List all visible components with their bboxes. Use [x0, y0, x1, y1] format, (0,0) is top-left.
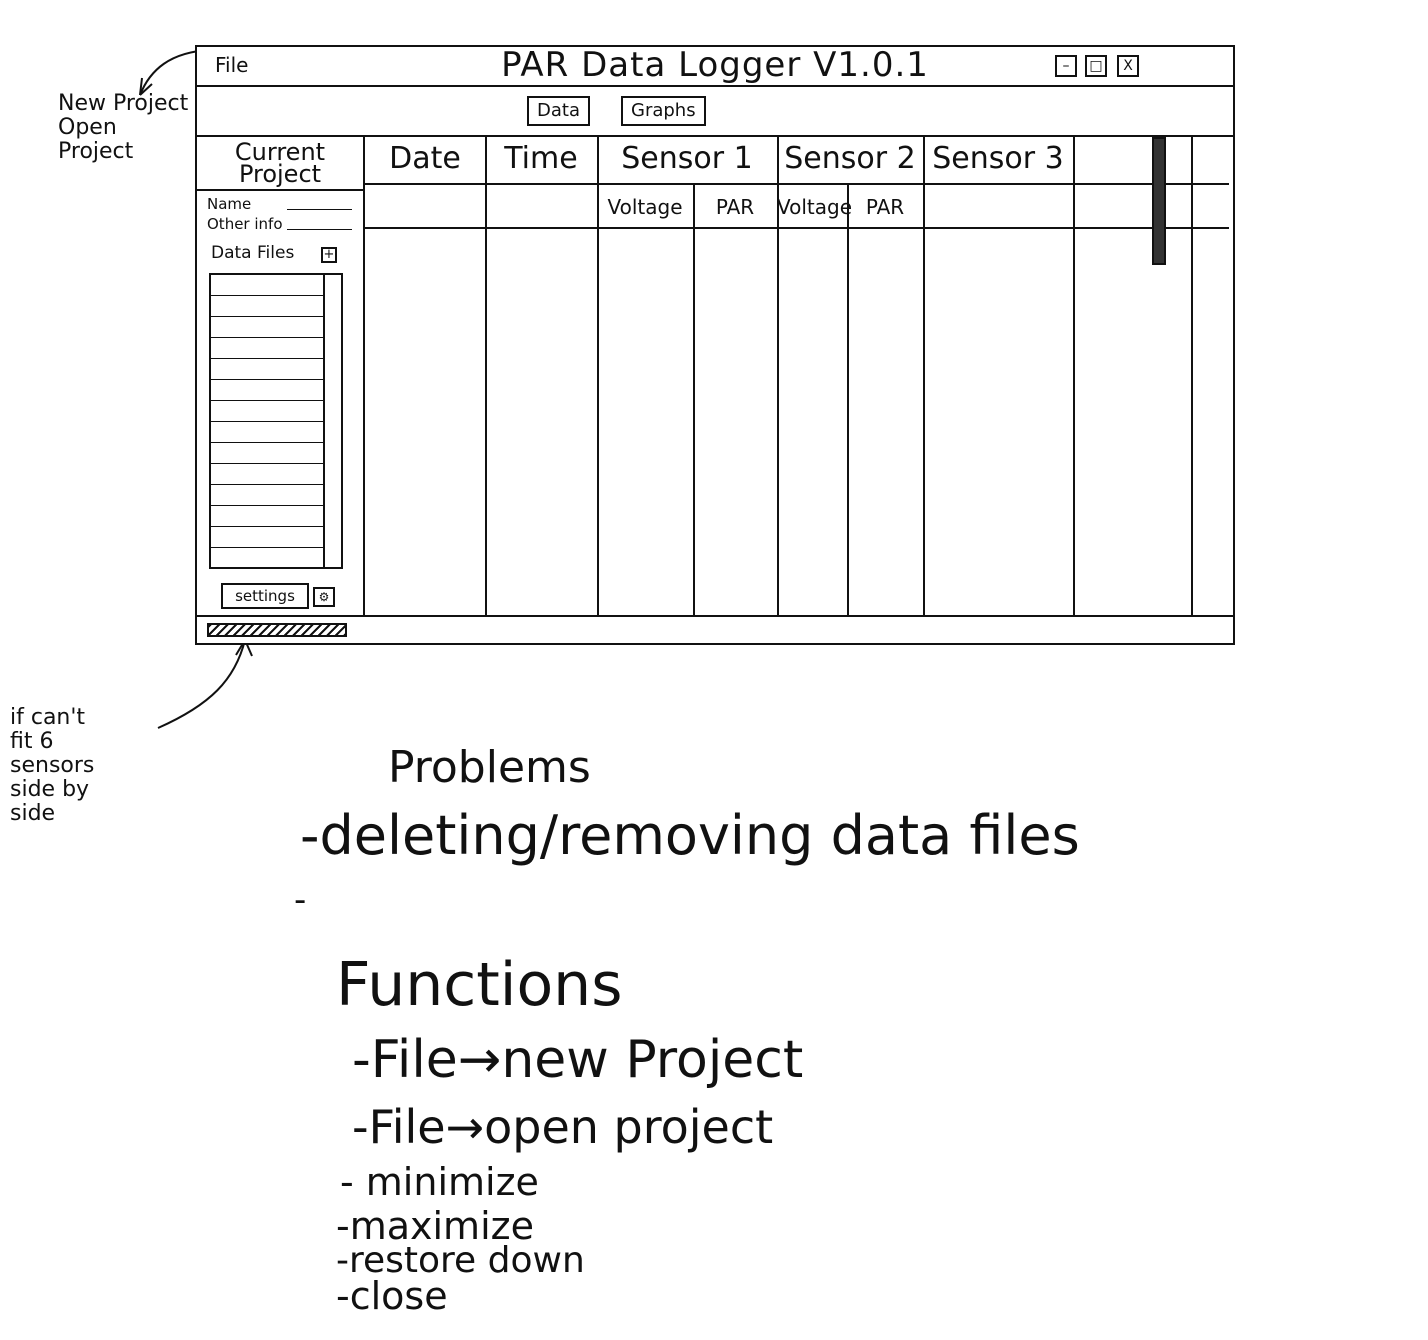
settings-button[interactable]: settings: [221, 583, 309, 609]
panel-divider: [197, 189, 363, 191]
list-item[interactable]: [211, 443, 325, 464]
list-item[interactable]: [211, 359, 325, 380]
tab-data[interactable]: Data: [527, 96, 590, 126]
column-header-sensor-2[interactable]: Sensor 2: [777, 137, 923, 181]
function-item: -File→open project: [352, 1100, 774, 1154]
project-panel: Current Project Name Other info Data Fil…: [197, 137, 365, 615]
problem-item: -: [294, 880, 307, 920]
data-files-label: Data Files: [211, 243, 295, 263]
list-item[interactable]: [211, 401, 325, 422]
list-item[interactable]: [211, 296, 325, 317]
problems-heading: Problems: [388, 742, 591, 793]
toolbar: Data Graphs: [197, 87, 1233, 137]
title-bar: File PAR Data Logger V1.0.1 – □ X: [197, 45, 1233, 87]
annotation-text: if can't: [10, 705, 86, 730]
tab-graphs[interactable]: Graphs: [621, 96, 706, 126]
annotation-text: side: [10, 801, 56, 826]
column-header-sensor-1[interactable]: Sensor 1: [597, 137, 777, 181]
current-project-title: Current Project: [234, 138, 326, 188]
project-name-field[interactable]: [287, 209, 352, 210]
list-item[interactable]: [211, 506, 325, 527]
data-files-list: [209, 273, 343, 569]
list-item[interactable]: [211, 317, 325, 338]
list-item[interactable]: [211, 464, 325, 485]
column-divider: [1191, 137, 1193, 615]
table-scrollbar[interactable]: [1152, 137, 1166, 265]
list-item[interactable]: [211, 485, 325, 506]
horizontal-scrollbar[interactable]: [207, 623, 347, 637]
column-divider: [1073, 137, 1075, 615]
header-divider: [365, 183, 1229, 185]
data-files-scrollbar[interactable]: [323, 275, 341, 567]
sensor-fit-annotation: if can't fit 6 sensors side by side: [10, 706, 130, 826]
app-window: File PAR Data Logger V1.0.1 – □ X Data G…: [195, 45, 1235, 645]
functions-heading: Functions: [336, 950, 623, 1020]
settings-icon[interactable]: ⚙: [313, 587, 335, 607]
add-data-file-button[interactable]: +: [321, 247, 337, 263]
annotation-text: side by: [10, 777, 90, 802]
column-divider: [847, 183, 849, 615]
annotation-text: fit 6: [10, 729, 54, 754]
column-divider: [485, 137, 487, 615]
maximize-button[interactable]: □: [1085, 55, 1107, 77]
column-header-time[interactable]: Time: [485, 137, 597, 181]
file-menu-annotation: New Project Open Project: [58, 92, 198, 164]
list-item[interactable]: [211, 380, 325, 401]
sub-header-sensor-2-voltage[interactable]: Voltage: [777, 189, 852, 225]
column-divider: [597, 137, 599, 615]
column-header-date[interactable]: Date: [365, 137, 485, 181]
function-item: -File→new Project: [352, 1030, 804, 1090]
annotation-text: New Project: [58, 91, 189, 116]
minimize-button[interactable]: –: [1055, 55, 1077, 77]
function-item: -close: [336, 1274, 448, 1318]
sub-header-sensor-1-par[interactable]: PAR: [693, 189, 777, 225]
column-header-sensor-3[interactable]: Sensor 3: [923, 137, 1073, 181]
project-other-info-field[interactable]: [287, 229, 352, 230]
data-table: Date Time Sensor 1 Sensor 2 Sensor 3 Vol…: [365, 137, 1229, 615]
list-item[interactable]: [211, 338, 325, 359]
sub-header-sensor-2-par[interactable]: PAR: [847, 189, 923, 225]
column-divider: [693, 183, 695, 615]
project-other-info-label: Other info: [207, 215, 283, 233]
close-button[interactable]: X: [1117, 55, 1139, 77]
window-title: PAR Data Logger V1.0.1: [501, 45, 929, 85]
header-divider: [365, 227, 1229, 229]
problem-item: -deleting/removing data files: [300, 804, 1080, 867]
annotation-text: Open Project: [58, 115, 134, 164]
annotation-text: sensors: [10, 753, 95, 778]
project-name-label: Name: [207, 195, 252, 213]
sub-header-sensor-1-voltage[interactable]: Voltage: [597, 189, 693, 225]
list-item[interactable]: [211, 527, 325, 548]
status-bar: [197, 615, 1233, 645]
function-item: - minimize: [340, 1160, 539, 1204]
list-item[interactable]: [211, 275, 325, 296]
column-divider: [777, 137, 779, 615]
list-item[interactable]: [211, 422, 325, 443]
column-divider: [923, 137, 925, 615]
